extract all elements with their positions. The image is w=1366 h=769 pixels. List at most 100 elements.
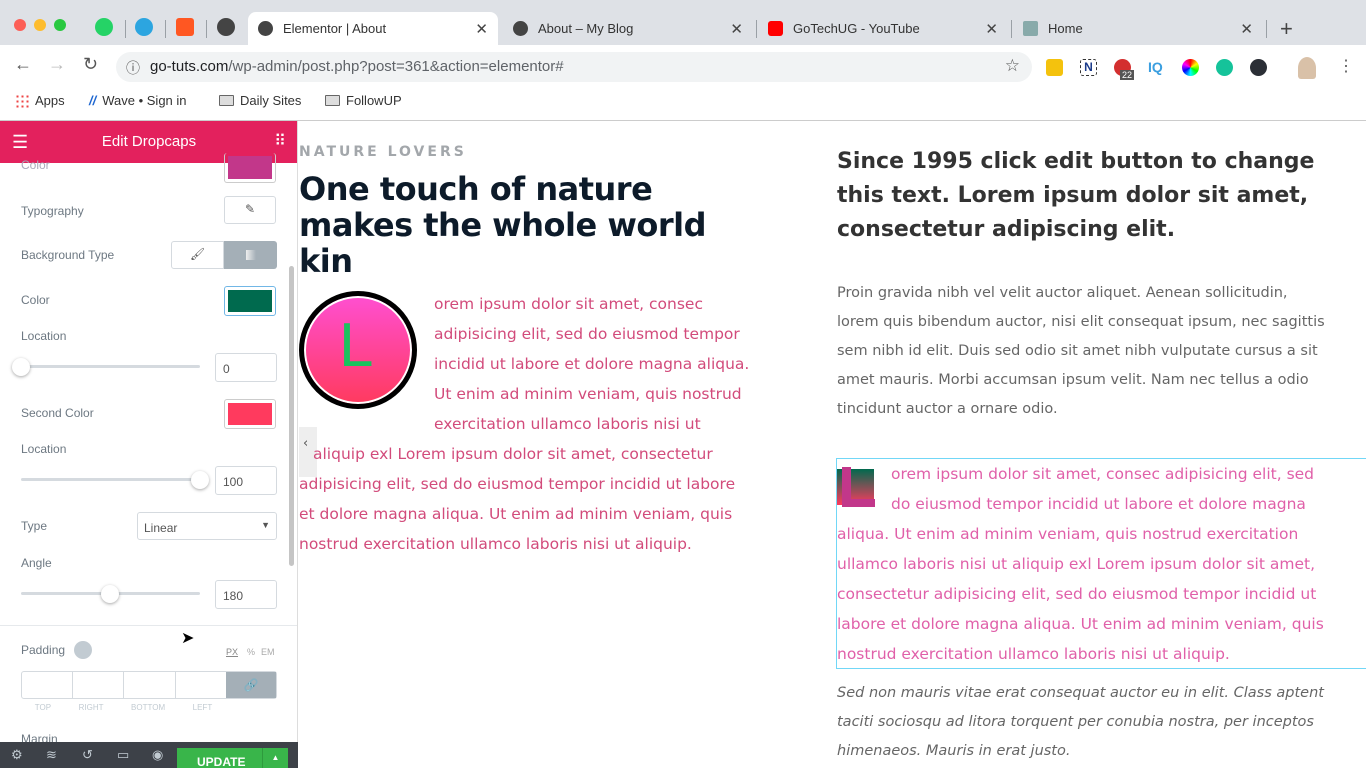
hamburger-menu-icon[interactable]: ☰ [12, 121, 28, 163]
apps-grid-icon [15, 93, 29, 108]
close-tab-icon[interactable]: ✕ [985, 20, 998, 38]
right-paragraph: Proin gravida nibh vel velit auctor aliq… [837, 285, 1325, 417]
second-color-swatch[interactable] [224, 399, 276, 429]
padding-left-input[interactable] [176, 672, 226, 698]
angle-input[interactable]: 180 [215, 580, 277, 609]
folder-icon [325, 95, 340, 106]
new-tab-button[interactable]: + [1280, 16, 1293, 42]
extension-icon[interactable] [1046, 59, 1063, 76]
bookmark-followup[interactable]: FollowUP [325, 93, 402, 108]
notion-clipper-icon[interactable]: N [1080, 59, 1097, 76]
italic-paragraph: Sed non mauris vitae erat consequat auct… [837, 685, 1324, 759]
brush-icon: 🖌 [189, 247, 206, 261]
globe-icon [258, 21, 273, 36]
wave-icon: // [89, 93, 97, 108]
profile-avatar[interactable] [1298, 57, 1316, 79]
second-location-input[interactable]: 100 [215, 466, 277, 495]
forward-button[interactable]: → [48, 54, 66, 75]
main-heading: One touch of nature makes the whole world… [299, 170, 707, 280]
back-button[interactable]: ← [14, 54, 32, 75]
toolbar: ← → ↻ ⓘ go-tuts.com/wp-admin/post.php?po… [0, 45, 1366, 88]
reload-button[interactable]: ↻ [83, 54, 98, 75]
bg-type-classic-button[interactable]: 🖌 [171, 241, 224, 269]
minimize-window-button[interactable] [34, 19, 46, 31]
globe-icon[interactable] [217, 18, 235, 36]
padding-top-input[interactable] [22, 672, 74, 698]
bookmarks-bar: Apps //Wave • Sign in Daily Sites Follow… [0, 88, 1366, 114]
dropcap-circle: L [299, 291, 417, 409]
navigator-layers-icon[interactable]: ≋ [46, 747, 57, 763]
update-options-caret[interactable]: ▲ [262, 748, 288, 768]
second-location-slider-handle[interactable] [191, 471, 209, 489]
unit-px[interactable]: PX [226, 647, 238, 657]
selected-dropcap-widget[interactable]: orem ipsum dolor sit amet, consec adipis… [836, 458, 1366, 669]
preview-eye-icon[interactable]: ◉ [152, 747, 163, 763]
unit-em[interactable]: EM [261, 647, 275, 657]
panel-title: Edit Dropcaps [101, 133, 197, 150]
location-slider-handle[interactable] [12, 358, 30, 376]
k-extension-icon[interactable] [1250, 59, 1267, 76]
tab-elementor-about[interactable]: Elementor | About ✕ [248, 12, 498, 45]
menu-kebab-icon[interactable]: ⋮ [1338, 56, 1354, 76]
gradient-type-select[interactable]: Linear ▼ [137, 512, 277, 540]
bookmark-daily-sites[interactable]: Daily Sites [219, 93, 301, 108]
unit-percent[interactable]: % [247, 647, 255, 657]
bookmark-apps[interactable]: Apps [15, 93, 65, 108]
link-icon: 🔗 [243, 678, 259, 692]
adblock-badge: 22 [1120, 70, 1135, 80]
location-slider[interactable] [21, 365, 200, 368]
left-paragraph-top: orem ipsum dolor sit amet, consec adipisi… [434, 295, 750, 433]
folder-icon [219, 95, 234, 106]
left-paragraph-bottom: aliquip exl Lorem ipsum dolor sit amet, … [299, 445, 736, 553]
bg-type-gradient-button[interactable] [224, 241, 277, 269]
color-picker-icon[interactable] [1182, 59, 1199, 76]
right-heading: Since 1995 click edit button to change th… [837, 149, 1315, 242]
gradient-color-swatch[interactable] [224, 286, 276, 316]
mouse-cursor: ➤ [181, 630, 195, 647]
gradient-icon [245, 250, 256, 260]
typography-edit-button[interactable]: ✎ [224, 196, 276, 224]
close-tab-icon[interactable]: ✕ [475, 20, 488, 38]
second-location-slider[interactable] [21, 478, 200, 481]
responsive-mode-icon[interactable]: ▭ [117, 747, 129, 763]
eyebrow-text: NATURE LOVERS [299, 144, 467, 160]
page-preview: NATURE LOVERS One touch of nature makes t… [299, 121, 1366, 768]
tab-about-my-blog[interactable]: About – My Blog ✕ [503, 12, 753, 45]
settings-gear-icon[interactable]: ⚙ [11, 747, 23, 763]
widgets-grid-icon[interactable]: ⠿ [274, 121, 286, 163]
bookmark-wave[interactable]: //Wave • Sign in [89, 93, 187, 108]
close-tab-icon[interactable]: ✕ [1240, 20, 1253, 38]
angle-slider-handle[interactable] [101, 585, 119, 603]
link-values-button[interactable]: 🔗 [225, 672, 277, 698]
elementor-panel: ☰ Edit Dropcaps ⠿ Color Typography ✎ Bac… [0, 121, 298, 768]
tab-home[interactable]: Home ✕ [1013, 12, 1263, 45]
tab-youtube[interactable]: GoTechUG - YouTube ✕ [758, 12, 1008, 45]
padding-inputs: 🔗 [21, 671, 277, 699]
iq-extension-icon[interactable]: IQ [1148, 59, 1163, 75]
close-tab-icon[interactable]: ✕ [730, 20, 743, 38]
dropcap-letter-stroke [842, 467, 851, 499]
close-window-button[interactable] [14, 19, 26, 31]
maximize-window-button[interactable] [54, 19, 66, 31]
info-icon: ⓘ [126, 60, 140, 76]
history-icon[interactable]: ↺ [82, 747, 93, 763]
youtube-icon [768, 21, 783, 36]
globe-icon [513, 21, 528, 36]
padding-right-input[interactable] [73, 672, 125, 698]
chevron-down-icon: ▼ [261, 520, 270, 530]
panel-scrollbar[interactable] [289, 266, 294, 566]
responsive-desktop-icon[interactable] [74, 641, 92, 659]
telegram-icon[interactable] [135, 18, 153, 36]
app-icon[interactable] [176, 18, 194, 36]
address-bar[interactable]: ⓘ go-tuts.com/wp-admin/post.php?post=361… [116, 52, 1032, 82]
padding-bottom-input[interactable] [124, 672, 176, 698]
whatsapp-icon[interactable] [95, 18, 113, 36]
location-input[interactable]: 0 [215, 353, 277, 382]
pencil-icon: ✎ [244, 202, 256, 216]
divider [0, 625, 297, 626]
gtu-icon [1023, 21, 1038, 36]
text-color-swatch[interactable] [224, 153, 276, 183]
tab-bar: Elementor | About ✕ About – My Blog ✕ GoTe… [0, 0, 1366, 45]
bookmark-star-icon[interactable]: ☆ [1005, 56, 1020, 76]
grammarly-icon[interactable] [1216, 59, 1233, 76]
